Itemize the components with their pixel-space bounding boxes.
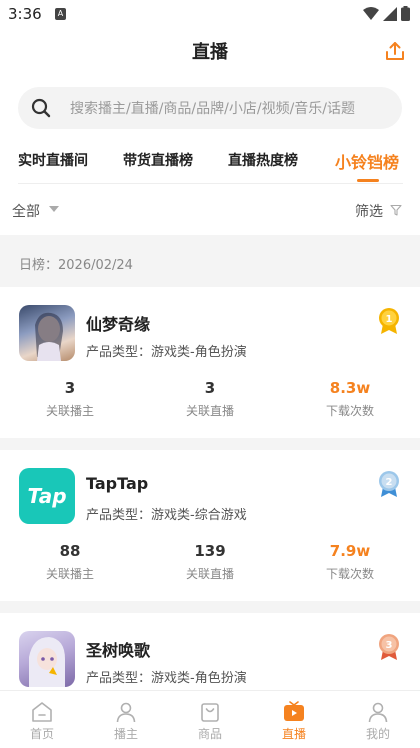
rank-medal-icon: 1 [379, 308, 399, 334]
tab-realtime-live[interactable]: 实时直播间 [18, 150, 88, 170]
tab-bell-rank[interactable]: 小铃铛榜 [335, 149, 399, 173]
search-placeholder: 搜索播主/直播/商品/品牌/小店/视频/音乐/话题 [70, 101, 356, 117]
tab-live-heat-rank[interactable]: 直播热度榜 [228, 150, 298, 170]
app-icon-taptap: Tap [19, 468, 75, 524]
tabbar-item-live[interactable]: 直播 [252, 691, 336, 748]
stat-streamers: 3 关联播主 [0, 379, 140, 419]
item-name: TapTap [86, 474, 149, 493]
tab-sales-live-rank[interactable]: 带货直播榜 [123, 150, 193, 170]
stat-streamers-label: 关联播主 [45, 567, 94, 581]
stat-lives-label: 关联直播 [185, 567, 234, 581]
tabbar-label: 我的 [365, 727, 390, 741]
stat-streamers-label: 关联播主 [45, 404, 94, 418]
stat-streamers: 88 关联播主 [0, 542, 140, 582]
rank-number: 3 [386, 640, 393, 651]
tabbar-label: 播主 [113, 727, 138, 741]
tabs-divider [18, 183, 403, 184]
status-time: 3:36 [8, 5, 42, 23]
item-type: 产品类型：游戏类-综合游戏 [86, 508, 247, 523]
active-tab-indicator [357, 179, 379, 182]
item-type: 产品类型：游戏类-角色扮演 [86, 671, 247, 686]
stat-streamers-value: 88 [59, 542, 81, 560]
wifi-icon [363, 6, 379, 20]
stat-downloads-value: 7.9w [329, 542, 371, 560]
app-icon-xianmeng [19, 305, 75, 361]
share-icon[interactable] [384, 40, 406, 62]
status-bar: 3:36 A [0, 0, 420, 28]
item-type: 产品类型：游戏类-角色扮演 [86, 345, 247, 360]
rank-item-card[interactable]: 仙梦奇缘 产品类型：游戏类-角色扮演 1 3 关联播主 3 关联直播 8.3w … [0, 287, 420, 438]
stat-lives-label: 关联直播 [185, 404, 234, 418]
stat-downloads-label: 下载次数 [325, 404, 374, 418]
character-illustration [29, 637, 65, 687]
stat-lives: 3 关联直播 [140, 379, 280, 419]
stat-streamers-value: 3 [64, 379, 76, 397]
rank-number: 1 [386, 314, 393, 325]
item-name: 圣树唤歌 [86, 641, 151, 660]
app-icon-shengshu [19, 631, 75, 687]
caret-down-icon[interactable] [49, 206, 59, 212]
system-icons [363, 6, 410, 21]
battery-icon [401, 6, 410, 21]
tabbar-item-home[interactable]: 首页 [0, 691, 84, 748]
screen-filter-button[interactable]: 筛选 [355, 201, 383, 221]
taptap-logo: Tap [27, 484, 67, 508]
tabbar-item-products[interactable]: 商品 [168, 691, 252, 748]
rank-item-card[interactable]: Tap TapTap 产品类型：游戏类-综合游戏 2 88 关联播主 139 关… [0, 450, 420, 601]
stat-downloads-label: 下载次数 [325, 567, 374, 581]
profile-icon [368, 702, 388, 723]
filter-bar: 全部 筛选 [0, 192, 420, 228]
rank-number: 2 [386, 477, 393, 488]
search-input[interactable]: 搜索播主/直播/商品/品牌/小店/视频/音乐/话题 [18, 87, 402, 129]
date-label: 日榜：2026/02/24 [19, 258, 133, 273]
home-icon [32, 702, 52, 722]
filter-icon[interactable] [390, 204, 402, 216]
search-icon [31, 98, 51, 118]
rank-medal-icon: 3 [379, 634, 399, 660]
bottom-tab-bar: 首页 播主 商品 直播 我的 [0, 690, 420, 748]
tabbar-label: 直播 [281, 727, 306, 741]
tabbar-label: 首页 [29, 727, 54, 741]
tabbar-label: 商品 [197, 727, 222, 741]
stat-downloads: 8.3w 下载次数 [280, 379, 420, 419]
person-icon [116, 702, 136, 723]
item-name: 仙梦奇缘 [86, 315, 151, 334]
bag-icon [201, 703, 219, 722]
rank-tabs: 实时直播间 带货直播榜 直播热度榜 小铃铛榜 [0, 140, 420, 184]
tv-icon [284, 701, 304, 721]
signal-icon [383, 6, 397, 21]
stat-downloads: 7.9w 下载次数 [280, 542, 420, 582]
tabbar-item-streamers[interactable]: 播主 [84, 691, 168, 748]
stat-lives: 139 关联直播 [140, 542, 280, 582]
stat-lives-value: 3 [204, 379, 216, 397]
rank-medal-icon: 2 [379, 471, 399, 497]
character-illustration [35, 312, 63, 361]
app-notification-icon: A [55, 8, 66, 20]
stat-lives-value: 139 [194, 542, 226, 560]
tabbar-item-mine[interactable]: 我的 [336, 691, 420, 748]
rank-item-card[interactable]: 圣树唤歌 产品类型：游戏类-角色扮演 3 [0, 613, 420, 690]
page-title: 直播 [192, 42, 228, 63]
stat-downloads-value: 8.3w [329, 379, 371, 397]
page-header: 直播 [0, 28, 420, 74]
category-filter[interactable]: 全部 [12, 201, 40, 221]
